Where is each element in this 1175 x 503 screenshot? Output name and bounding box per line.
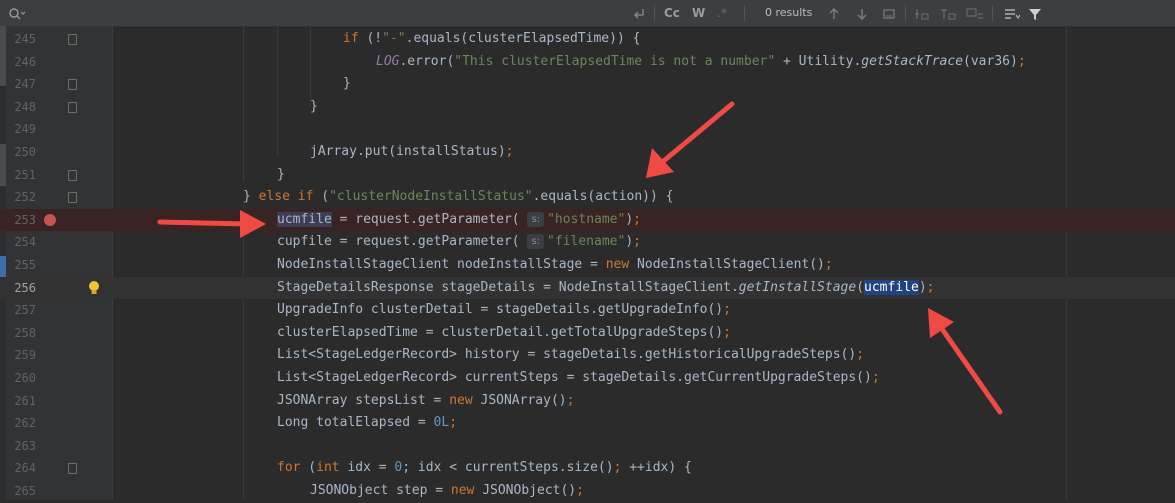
select-all-matches-icon[interactable] bbox=[966, 0, 984, 26]
remove-occurrence-icon[interactable] bbox=[940, 0, 956, 26]
newline-icon[interactable] bbox=[632, 0, 646, 26]
toolbar-divider bbox=[744, 5, 745, 21]
find-toolbar: Cc W .* 0 results bbox=[0, 0, 1175, 27]
toolbar-divider bbox=[992, 5, 993, 21]
funnel-icon[interactable] bbox=[1028, 0, 1042, 26]
search-history-icon[interactable] bbox=[8, 0, 26, 26]
words-button[interactable]: W bbox=[692, 0, 705, 26]
filter-search-results-icon[interactable] bbox=[1004, 0, 1021, 26]
results-count: 0 results bbox=[765, 6, 813, 19]
next-occurrence-icon[interactable] bbox=[856, 0, 868, 26]
annotation-arrows bbox=[157, 101, 1003, 415]
toolbar-divider bbox=[654, 5, 655, 21]
code-editor[interactable]: 245 if (!"-".equals(clusterElapsedTime)) … bbox=[0, 26, 1175, 500]
toolbar-divider bbox=[905, 5, 906, 21]
add-occurrence-icon[interactable] bbox=[914, 0, 930, 26]
arrow-to-ucmfile-declaration bbox=[157, 210, 266, 238]
search-input[interactable] bbox=[30, 3, 614, 23]
previous-occurrence-icon[interactable] bbox=[828, 0, 840, 26]
select-all-occurrences-icon[interactable] bbox=[882, 0, 896, 26]
regex-button[interactable]: .* bbox=[717, 0, 727, 26]
arrow-to-action bbox=[646, 101, 735, 178]
match-case-button[interactable]: Cc bbox=[664, 0, 680, 26]
arrow-to-ucmfile-usage bbox=[928, 308, 1003, 415]
